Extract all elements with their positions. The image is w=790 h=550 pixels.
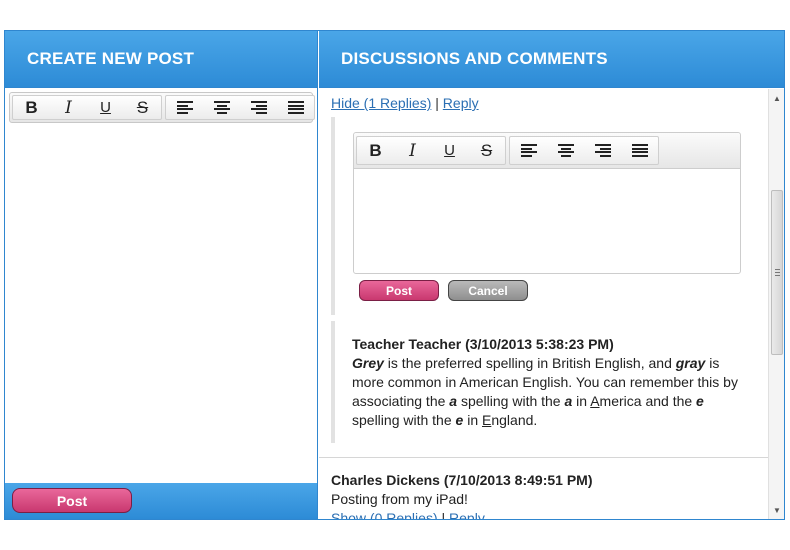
link-separator: | [437, 510, 450, 519]
comment-emphasis: Grey [352, 355, 384, 371]
comment-emphasis: gray [675, 355, 706, 371]
comment-text: in [572, 393, 591, 409]
comment-text: merica and the [599, 393, 697, 409]
strikethrough-button[interactable]: S [124, 96, 161, 119]
scroll-down-icon[interactable]: ▼ [769, 503, 785, 517]
link-separator: | [431, 95, 443, 111]
new-post-editor[interactable] [5, 124, 317, 483]
reply-editor[interactable]: B I U S [353, 132, 741, 274]
entry-text: Posting from my iPad! [331, 491, 468, 507]
entry-author: Charles Dickens (7/10/2013 8:49:51 PM) [331, 472, 593, 488]
entry-reply-link[interactable]: Reply [449, 510, 485, 519]
editor-toolbar: B I U S [9, 92, 315, 123]
discussions-panel: DISCUSSIONS AND COMMENTS Hide (1 Replies… [319, 31, 784, 519]
thread-divider [319, 457, 768, 458]
reply-post-button[interactable]: Post [359, 280, 439, 301]
thread-links: Hide (1 Replies) | Reply [331, 95, 479, 111]
align-group [165, 95, 315, 120]
create-post-header: CREATE NEW POST [5, 31, 317, 88]
format-group: B I U S [12, 95, 162, 120]
scroll-up-icon[interactable]: ▲ [769, 91, 785, 105]
thread-entry: Charles Dickens (7/10/2013 8:49:51 PM) P… [331, 471, 592, 519]
reply-align-group [509, 136, 659, 165]
reply-editor-toolbar: B I U S [354, 133, 740, 169]
align-justify-icon [631, 144, 648, 157]
reply-link[interactable]: Reply [443, 95, 479, 111]
comment-body: Grey is the preferred spelling in Britis… [352, 354, 742, 430]
discussions-header: DISCUSSIONS AND COMMENTS [319, 31, 784, 88]
create-post-panel: CREATE NEW POST B I U S Post [5, 31, 318, 519]
comment-underline: A [590, 393, 600, 409]
hide-replies-link[interactable]: Hide (1 Replies) [331, 95, 431, 111]
align-right-icon [250, 101, 267, 114]
align-center-icon [557, 144, 574, 157]
reply-strikethrough-button[interactable]: S [468, 137, 505, 164]
reply-bold-button[interactable]: B [357, 137, 394, 164]
discussion-widget: CREATE NEW POST B I U S Post DISCUSSIONS… [4, 30, 785, 520]
reply-format-group: B I U S [356, 136, 506, 165]
align-center-icon [213, 101, 230, 114]
comment-underline: E [482, 412, 492, 428]
comment-author: Teacher Teacher (3/10/2013 5:38:23 PM) [352, 336, 614, 352]
italic-button[interactable]: I [50, 96, 87, 119]
comment-text: in [463, 412, 482, 428]
comment-emphasis: e [696, 393, 704, 409]
reply-underline-button[interactable]: U [431, 137, 468, 164]
scrollbar-thumb[interactable] [771, 190, 783, 355]
reply-align-right-button[interactable] [584, 137, 621, 164]
reply-align-center-button[interactable] [547, 137, 584, 164]
reply-align-justify-button[interactable] [621, 137, 658, 164]
underline-button[interactable]: U [87, 96, 124, 119]
discussion-thread: Hide (1 Replies) | Reply B I U S Post Ca… [319, 89, 768, 519]
show-replies-link[interactable]: Show (0 Replies) [331, 510, 438, 519]
align-right-icon [594, 144, 611, 157]
bold-button[interactable]: B [13, 96, 50, 119]
align-right-button[interactable] [240, 96, 277, 119]
reply-block: B I U S Post Cancel [331, 117, 756, 315]
comment-text: spelling with the [457, 393, 565, 409]
comment-item: Teacher Teacher (3/10/2013 5:38:23 PM) G… [331, 321, 756, 443]
align-justify-icon [287, 101, 304, 114]
post-button[interactable]: Post [12, 488, 132, 513]
entry-links: Show (0 Replies) | Reply [331, 509, 592, 519]
reply-italic-button[interactable]: I [394, 137, 431, 164]
thread-scrollbar[interactable]: ▲ ▼ [768, 89, 784, 519]
comment-text: spelling with the [352, 412, 456, 428]
align-left-icon [520, 144, 537, 157]
comment-emphasis: a [449, 393, 458, 409]
comment-text: ngland. [491, 412, 538, 428]
align-left-button[interactable] [166, 96, 203, 119]
create-post-footer: Post [5, 483, 317, 519]
grip-icon [775, 269, 780, 276]
reply-cancel-button[interactable]: Cancel [448, 280, 528, 301]
comment-text: is the preferred spelling in British Eng… [383, 355, 676, 371]
align-left-icon [176, 101, 193, 114]
reply-align-left-button[interactable] [510, 137, 547, 164]
align-center-button[interactable] [203, 96, 240, 119]
align-justify-button[interactable] [277, 96, 314, 119]
